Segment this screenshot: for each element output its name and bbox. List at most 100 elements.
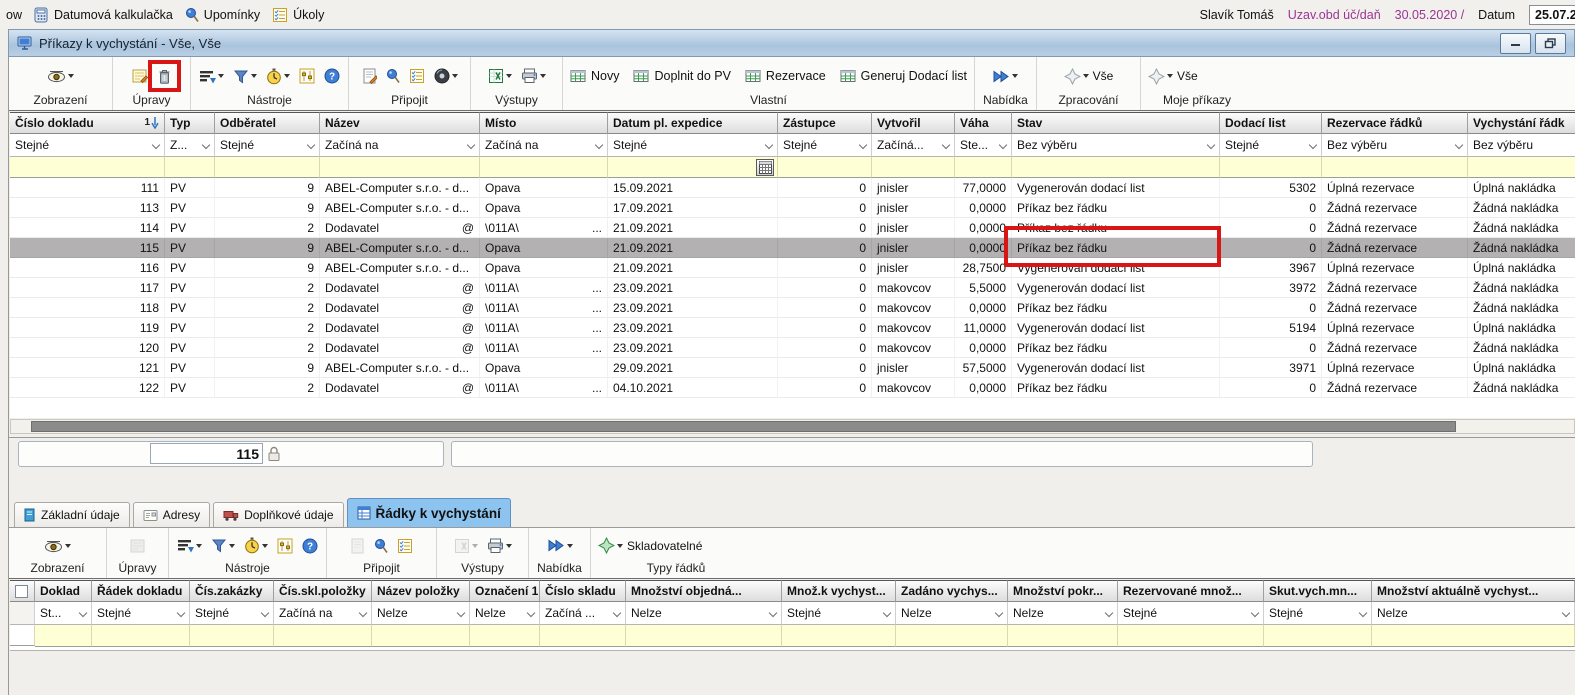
lines-column-header-12[interactable]: Skut.vych.mn... bbox=[1264, 580, 1372, 602]
filter-button[interactable] bbox=[211, 538, 235, 553]
attach-pin-button[interactable] bbox=[386, 68, 400, 84]
row-type-filter-button[interactable] bbox=[598, 537, 623, 554]
orders-table-row[interactable]: 111PV9ABEL-Computer s.r.o. - d...Opava15… bbox=[10, 178, 1575, 198]
lines-column-header-9[interactable]: Zadáno vychys... bbox=[896, 580, 1008, 602]
menu-item-reminders[interactable]: Upomínky bbox=[179, 4, 266, 26]
date-field[interactable]: 25.07.2 bbox=[1529, 5, 1575, 25]
checklist-button[interactable] bbox=[397, 538, 413, 554]
lines-search-cell-1[interactable] bbox=[92, 625, 190, 647]
print-button[interactable] bbox=[487, 538, 512, 554]
lines-search-cell-13[interactable] bbox=[1372, 625, 1575, 647]
lines-column-header-1[interactable]: Řádek dokladu bbox=[92, 580, 190, 602]
orders-search-cell-vaha[interactable] bbox=[955, 157, 1012, 178]
view-button[interactable] bbox=[47, 69, 74, 83]
lines-filter-13[interactable]: Nelze bbox=[1372, 602, 1575, 625]
orders-filter-vytvoril[interactable]: Začíná... bbox=[872, 134, 955, 157]
orders-table-row[interactable]: 120PV2Dodavatel@\011A\...23.09.20210mako… bbox=[10, 338, 1575, 358]
orders-filter-vaha[interactable]: Ste... bbox=[955, 134, 1012, 157]
lines-filter-9[interactable]: Nelze bbox=[896, 602, 1008, 625]
lines-filter-0[interactable]: St... bbox=[35, 602, 92, 625]
calendar-button[interactable] bbox=[756, 159, 774, 176]
menu-button[interactable] bbox=[547, 539, 573, 552]
lines-filter-1[interactable]: Stejné bbox=[92, 602, 190, 625]
lines-column-header-4[interactable]: Název položky bbox=[372, 580, 470, 602]
orders-table-row[interactable]: 119PV2Dodavatel@\011A\...23.09.20210mako… bbox=[10, 318, 1575, 338]
lines-filter-6[interactable]: Začíná ... bbox=[540, 602, 626, 625]
lines-column-header-3[interactable]: Čís.skl.položky bbox=[274, 580, 372, 602]
orders-filter-odberatel[interactable]: Stejné bbox=[215, 134, 320, 157]
lines-column-header-8[interactable]: Množ.k vychyst... bbox=[782, 580, 896, 602]
orders-column-header-misto[interactable]: Místo bbox=[480, 112, 608, 134]
orders-table-row[interactable]: 117PV2Dodavatel@\011A\...23.09.20210mako… bbox=[10, 278, 1575, 298]
checklist-button[interactable] bbox=[409, 68, 425, 84]
lines-column-header-11[interactable]: Rezervované množ... bbox=[1118, 580, 1264, 602]
orders-column-header-stav[interactable]: Stav bbox=[1012, 112, 1220, 134]
tab-doplnkove-udaje[interactable]: Doplňkové údaje bbox=[213, 502, 343, 527]
orders-search-cell-misto[interactable] bbox=[480, 157, 608, 178]
lines-search-cell-4[interactable] bbox=[372, 625, 470, 647]
lines-filter-11[interactable]: Stejné bbox=[1118, 602, 1264, 625]
lines-filter-8[interactable]: Stejné bbox=[782, 602, 896, 625]
edit-record-button[interactable] bbox=[132, 68, 148, 84]
reservation-button[interactable]: Rezervace bbox=[745, 69, 826, 83]
orders-table-row[interactable]: 113PV9ABEL-Computer s.r.o. - d...Opava17… bbox=[10, 198, 1575, 218]
orders-table-row[interactable]: 122PV2Dodavatel@\011A\...04.10.20210mako… bbox=[10, 378, 1575, 398]
orders-search-cell-cislo[interactable] bbox=[10, 157, 165, 178]
orders-search-cell-vytvoril[interactable] bbox=[872, 157, 955, 178]
lines-search-cell-8[interactable] bbox=[782, 625, 896, 647]
orders-search-cell-odberatel[interactable] bbox=[215, 157, 320, 178]
lines-filter-12[interactable]: Stejné bbox=[1264, 602, 1372, 625]
new-button[interactable]: Novy bbox=[570, 69, 619, 83]
attach-pin-button[interactable] bbox=[374, 538, 388, 554]
tab-adresy[interactable]: Adresy bbox=[133, 502, 210, 527]
orders-search-cell-zastupce[interactable] bbox=[778, 157, 872, 178]
lines-select-all-header[interactable] bbox=[10, 580, 35, 602]
orders-column-header-dodaci[interactable]: Dodací list bbox=[1220, 112, 1322, 134]
orders-filter-vychystani[interactable]: Bez výběru bbox=[1468, 134, 1575, 157]
media-button[interactable] bbox=[434, 68, 458, 84]
lines-search-cell-7[interactable] bbox=[626, 625, 782, 647]
lines-column-header-13[interactable]: Množství aktuálně vychyst... bbox=[1372, 580, 1575, 602]
orders-search-cell-typ[interactable] bbox=[165, 157, 215, 178]
lines-column-header-10[interactable]: Množství pokr... bbox=[1008, 580, 1118, 602]
lines-column-header-6[interactable]: Číslo skladu bbox=[540, 580, 626, 602]
orders-filter-zastupce[interactable]: Stejné bbox=[778, 134, 872, 157]
orders-filter-dodaci[interactable]: Stejné bbox=[1220, 134, 1322, 157]
settings-button[interactable] bbox=[299, 68, 315, 84]
orders-search-cell-dodaci[interactable] bbox=[1220, 157, 1322, 178]
timer-button[interactable] bbox=[266, 68, 290, 85]
orders-column-header-odberatel[interactable]: Odběratel bbox=[215, 112, 320, 134]
delete-record-button[interactable] bbox=[157, 68, 172, 85]
orders-column-header-datum[interactable]: Datum pl. expedice bbox=[608, 112, 778, 134]
orders-table-row[interactable]: 116PV9ABEL-Computer s.r.o. - d...Opava21… bbox=[10, 258, 1575, 278]
lines-filter-3[interactable]: Začíná na bbox=[274, 602, 372, 625]
orders-column-header-cislo[interactable]: Číslo dokladu1 bbox=[10, 112, 165, 134]
orders-table-row[interactable]: 121PV9ABEL-Computer s.r.o. - d...Opava29… bbox=[10, 358, 1575, 378]
orders-search-cell-rezervace[interactable] bbox=[1322, 157, 1468, 178]
lines-column-header-2[interactable]: Čís.zakázky bbox=[190, 580, 274, 602]
minimize-button[interactable] bbox=[1500, 33, 1531, 54]
processing-filter-button[interactable] bbox=[1064, 68, 1089, 85]
orders-search-cell-nazev[interactable] bbox=[320, 157, 480, 178]
filter-button[interactable] bbox=[233, 69, 257, 84]
orders-search-cell-datum[interactable] bbox=[608, 157, 778, 178]
orders-table-row[interactable]: 114PV2Dodavatel@\011A\...21.09.20210jnis… bbox=[10, 218, 1575, 238]
select-records-button[interactable] bbox=[177, 538, 202, 553]
my-orders-filter-button[interactable] bbox=[1148, 68, 1173, 85]
tab-radky-k-vychystani[interactable]: Řádky k vychystání bbox=[347, 498, 511, 527]
orders-column-header-vytvoril[interactable]: Vytvořil bbox=[872, 112, 955, 134]
lines-filter-2[interactable]: Stejné bbox=[190, 602, 274, 625]
lines-search-cell-10[interactable] bbox=[1008, 625, 1118, 647]
restore-button[interactable] bbox=[1535, 33, 1566, 54]
orders-column-header-zastupce[interactable]: Zástupce bbox=[778, 112, 872, 134]
note-button[interactable] bbox=[362, 68, 377, 84]
print-button[interactable] bbox=[521, 68, 546, 84]
horizontal-scrollbar[interactable] bbox=[10, 419, 1575, 434]
settings-button[interactable] bbox=[277, 538, 293, 554]
lines-column-header-7[interactable]: Množství objedná... bbox=[626, 580, 782, 602]
lines-search-cell-12[interactable] bbox=[1264, 625, 1372, 647]
document-number-field[interactable]: 115 bbox=[150, 443, 263, 464]
lines-search-cell-6[interactable] bbox=[540, 625, 626, 647]
orders-column-header-vaha[interactable]: Váha bbox=[955, 112, 1012, 134]
help-button[interactable]: ? bbox=[302, 538, 318, 554]
